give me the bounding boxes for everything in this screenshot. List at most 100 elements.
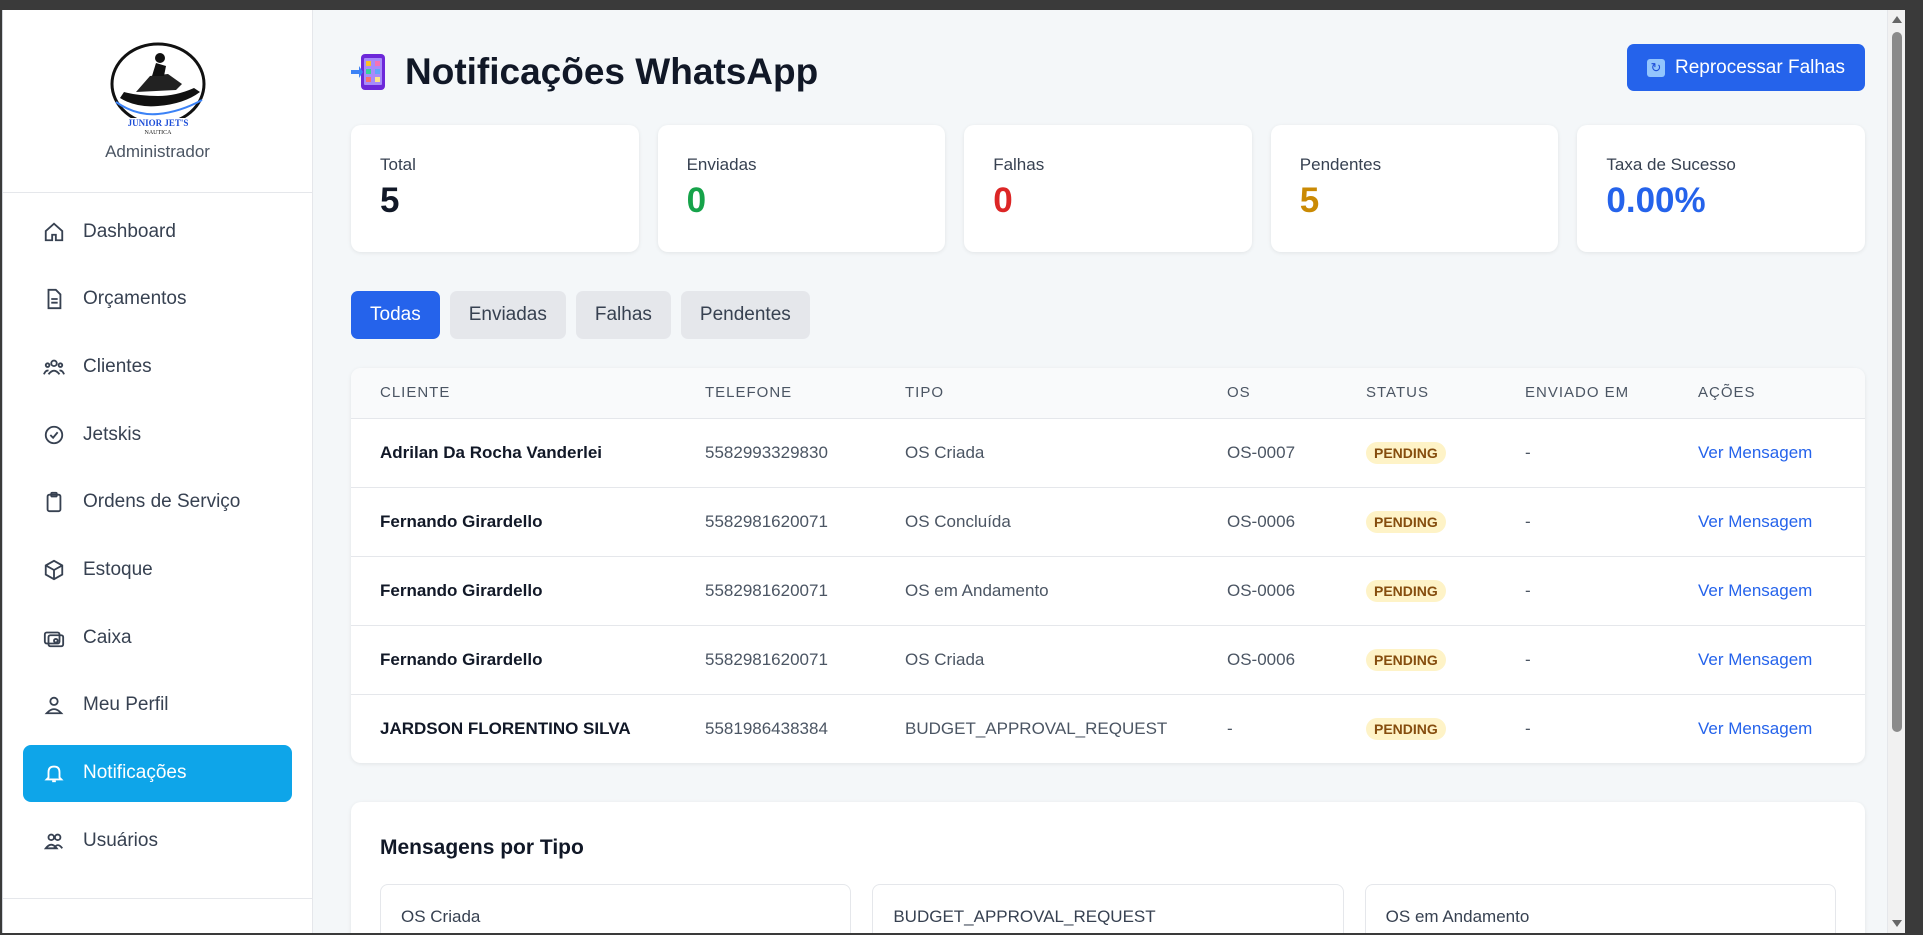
stat-value: 0	[993, 181, 1013, 220]
stat-card-enviadas: Enviadas 0	[657, 125, 946, 252]
status-badge: PENDING	[1366, 717, 1446, 740]
main-content: Notificações WhatsApp ↻ Reprocessar Falh…	[313, 10, 1905, 933]
table-row: Fernando Girardello 5582981620071 OS em …	[351, 556, 1865, 625]
cell-phone: 5582993329830	[705, 442, 828, 462]
svg-text:JUNIOR JET'S: JUNIOR JET'S	[127, 118, 188, 128]
stat-label: Enviadas	[686, 155, 757, 174]
column-header-tipo: TIPO	[905, 384, 945, 402]
view-message-link[interactable]: Ver Mensagem	[1698, 650, 1812, 669]
stat-value: 5	[380, 181, 400, 220]
tab-enviadas[interactable]: Enviadas	[449, 291, 566, 339]
cell-phone: 5581986438384	[705, 718, 828, 738]
table-row: Fernando Girardello 5582981620071 OS Con…	[351, 487, 1865, 556]
box-icon	[44, 559, 64, 581]
cell-type: BUDGET_APPROVAL_REQUEST	[905, 718, 1168, 738]
reprocess-failures-button[interactable]: ↻ Reprocessar Falhas	[1626, 44, 1865, 91]
page-header: Notificações WhatsApp ↻ Reprocessar Falh…	[351, 10, 1865, 125]
sidebar-item-label: Dashboard	[83, 220, 176, 242]
title-wrap: Notificações WhatsApp	[351, 51, 818, 93]
status-badge: PENDING	[1366, 579, 1446, 602]
sidebar-item-clientes[interactable]: Clientes	[23, 338, 292, 395]
page-title: Notificações WhatsApp	[405, 50, 819, 92]
cell-action: Ver Mensagem	[1669, 694, 1865, 763]
cell-sent: -	[1525, 580, 1531, 600]
stat-value: 0.00%	[1606, 181, 1706, 220]
cell-status: PENDING	[1337, 418, 1496, 487]
sidebar-item-orcamentos[interactable]: Orçamentos	[23, 271, 292, 328]
cell-client: Fernando Girardello	[380, 511, 543, 531]
view-message-link[interactable]: Ver Mensagem	[1698, 581, 1812, 600]
sidebar-item-label: Meu Perfil	[83, 694, 169, 716]
sidebar-item-label: Estoque	[83, 558, 153, 580]
cell-os: OS-0006	[1227, 649, 1296, 669]
cell-os: OS-0007	[1227, 442, 1296, 462]
status-badge: PENDING	[1366, 510, 1446, 533]
view-message-link[interactable]: Ver Mensagem	[1698, 512, 1812, 531]
sidebar-item-meu-perfil[interactable]: Meu Perfil	[23, 677, 292, 734]
view-message-link[interactable]: Ver Mensagem	[1698, 719, 1812, 738]
cell-type: OS Criada	[905, 442, 985, 462]
cell-action: Ver Mensagem	[1669, 556, 1865, 625]
sidebar-item-label: Caixa	[83, 626, 132, 648]
sidebar-item-usuarios[interactable]: Usuários	[23, 812, 292, 869]
column-header-enviado-em: ENVIADO EM	[1525, 384, 1630, 402]
users-icon	[43, 359, 65, 375]
cell-client: Fernando Girardello	[380, 649, 543, 669]
bell-icon	[44, 765, 64, 783]
sidebar-item-label: Ordens de Serviço	[83, 491, 241, 513]
stat-value: 5	[1299, 181, 1320, 220]
sidebar-item-label: Notificações	[83, 762, 187, 783]
sidebar-item-estoque[interactable]: Estoque	[23, 541, 292, 598]
table-header-row: CLIENTE TELEFONE TIPO OS STATUS ENVIADO …	[351, 368, 1865, 418]
cell-client: JARDSON FLORENTINO SILVA	[380, 718, 631, 738]
stats-row: Total 5 Enviadas 0 Falhas 0 Pendentes 5 …	[351, 125, 1865, 252]
stat-card-pendentes: Pendentes 5	[1270, 125, 1559, 252]
cell-action: Ver Mensagem	[1669, 625, 1865, 694]
mobile-phone-icon	[351, 53, 385, 90]
sidebar-item-label: Jetskis	[83, 423, 142, 445]
sidebar-item-jetskis[interactable]: Jetskis	[23, 406, 292, 463]
stat-card-taxa-sucesso: Taxa de Sucesso 0.00%	[1577, 125, 1865, 252]
user-icon	[44, 697, 64, 715]
types-grid: OS Criada BUDGET_APPROVAL_REQUEST OS em …	[380, 884, 1836, 933]
home-icon	[44, 222, 64, 241]
cell-action: Ver Mensagem	[1669, 418, 1865, 487]
cell-status: PENDING	[1337, 625, 1496, 694]
refresh-icon: ↻	[1646, 58, 1665, 77]
view-message-link[interactable]: Ver Mensagem	[1698, 443, 1812, 462]
sidebar-item-notificacoes[interactable]: Notificações	[23, 744, 292, 802]
column-header-telefone: TELEFONE	[705, 384, 793, 402]
stat-label: Taxa de Sucesso	[1606, 155, 1736, 174]
sidebar-item-dashboard[interactable]: Dashboard	[23, 203, 292, 260]
vertical-scrollbar[interactable]	[1887, 10, 1905, 933]
scroll-down-arrow-icon[interactable]	[1892, 920, 1902, 927]
cell-status: PENDING	[1337, 487, 1496, 556]
scroll-up-arrow-icon[interactable]	[1892, 16, 1902, 23]
scrollbar-thumb[interactable]	[1892, 32, 1902, 732]
type-box: BUDGET_APPROVAL_REQUEST	[872, 884, 1344, 933]
app-window: JUNIOR JET'S NAUTICA Administrador Dashb…	[2, 10, 1905, 933]
cell-sent: -	[1525, 442, 1531, 462]
column-header-status: STATUS	[1366, 384, 1429, 402]
notifications-table-card: CLIENTE TELEFONE TIPO OS STATUS ENVIADO …	[351, 368, 1865, 763]
sidebar-item-label: Usuários	[83, 829, 158, 851]
stat-label: Total	[380, 155, 416, 174]
sidebar-divider	[3, 898, 312, 899]
cell-phone: 5582981620071	[705, 580, 828, 600]
tab-pendentes[interactable]: Pendentes	[680, 291, 810, 339]
sidebar-item-caixa[interactable]: Caixa	[23, 609, 292, 666]
cell-phone: 5582981620071	[705, 511, 828, 531]
sidebar-item-ordens-de-servico[interactable]: Ordens de Serviço	[23, 474, 292, 531]
type-box: OS em Andamento	[1364, 884, 1836, 933]
tab-todas[interactable]: Todas	[351, 291, 440, 339]
table-row: JARDSON FLORENTINO SILVA 5581986438384 B…	[351, 694, 1865, 763]
table-row: Adrilan Da Rocha Vanderlei 5582993329830…	[351, 418, 1865, 487]
tab-falhas[interactable]: Falhas	[575, 291, 671, 339]
sidebar-item-label: Orçamentos	[83, 288, 187, 310]
messages-by-type-card: Mensagens por Tipo OS Criada BUDGET_APPR…	[351, 802, 1865, 933]
cell-client: Adrilan Da Rocha Vanderlei	[380, 442, 603, 462]
user-role: Administrador	[105, 142, 210, 161]
cell-type: OS Criada	[905, 649, 985, 669]
type-box: OS Criada	[380, 884, 852, 933]
column-header-os: OS	[1227, 384, 1251, 402]
